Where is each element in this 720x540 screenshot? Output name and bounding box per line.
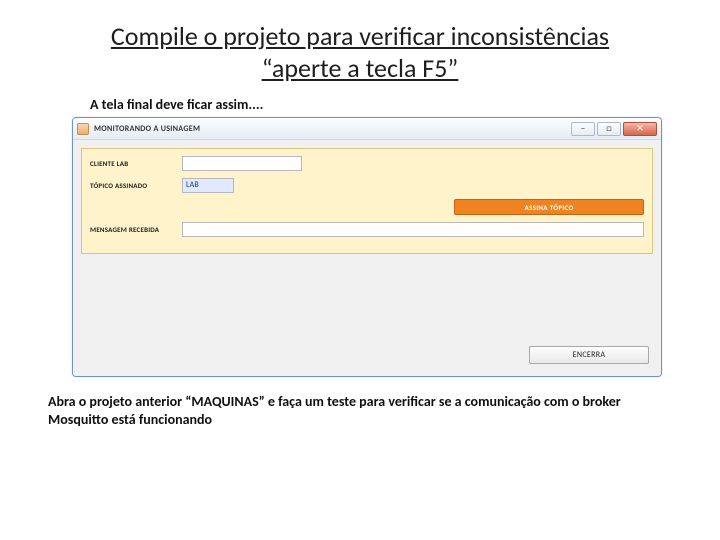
message-field[interactable]: [182, 222, 644, 237]
client-row: CLIENTE LAB: [90, 155, 644, 171]
window-client-area: CLIENTE LAB TÓPICO ASSINADO LAB ASSINA T…: [73, 140, 661, 376]
window-title: MONITORANDO A USINAGEM: [94, 124, 200, 134]
close-window-button[interactable]: ✕: [623, 122, 657, 136]
topic-field[interactable]: LAB: [182, 178, 234, 193]
maximize-button[interactable]: □: [597, 122, 621, 136]
encerra-button[interactable]: ENCERRA: [529, 346, 649, 364]
topic-label: TÓPICO ASSINADO: [90, 181, 176, 190]
client-label: CLIENTE LAB: [90, 159, 176, 168]
bottom-button-row: ENCERRA: [81, 342, 653, 368]
client-field[interactable]: [182, 156, 302, 171]
topic-row: TÓPICO ASSINADO LAB: [90, 177, 644, 193]
title-line-1: Compile o projeto para verificar inconsi…: [48, 20, 672, 52]
minimize-button[interactable]: –: [571, 122, 595, 136]
subscribe-row: ASSINA TÓPICO: [90, 199, 644, 215]
form-panel: CLIENTE LAB TÓPICO ASSINADO LAB ASSINA T…: [81, 148, 653, 254]
subscribe-button[interactable]: ASSINA TÓPICO: [454, 199, 644, 215]
footer-instruction: Abra o projeto anterior “MAQUINAS” e faç…: [48, 393, 672, 429]
window-titlebar: MONITORANDO A USINAGEM – □ ✕: [73, 118, 661, 140]
app-window: MONITORANDO A USINAGEM – □ ✕ CLIENTE LAB…: [72, 117, 662, 377]
message-row: MENSAGEM RECEBIDA: [90, 221, 644, 237]
subtitle-text: A tela final deve ficar assim....: [90, 96, 672, 113]
message-label: MENSAGEM RECEBIDA: [90, 225, 176, 234]
slide-title: Compile o projeto para verificar inconsi…: [48, 20, 672, 84]
app-icon: [77, 123, 89, 135]
title-line-2: “aperte a tecla F5”: [48, 52, 672, 84]
window-controls: – □ ✕: [571, 122, 657, 136]
